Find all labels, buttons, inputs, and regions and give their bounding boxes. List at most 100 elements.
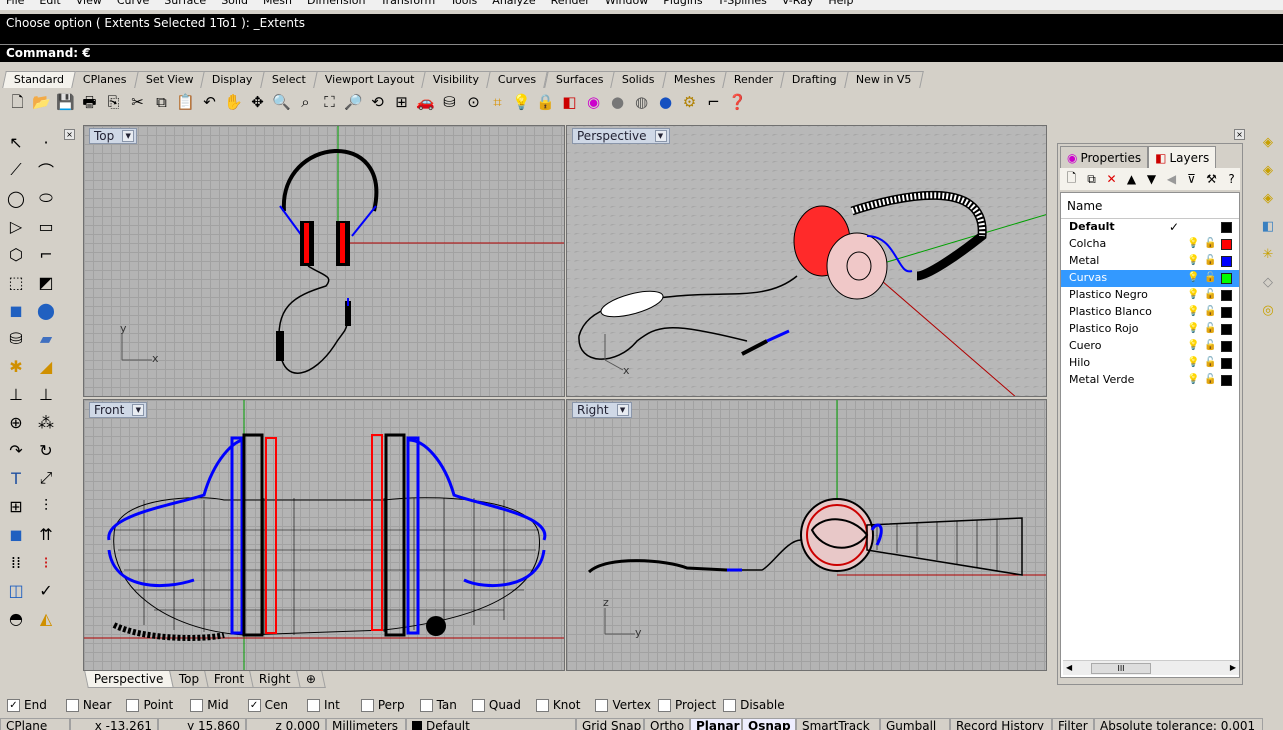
menu-render[interactable]: Render [545,0,599,10]
checkbox[interactable] [190,698,204,712]
osnap-int[interactable]: Int [300,698,340,712]
osnap-perp[interactable]: Perp [354,698,405,712]
layer-color-swatch[interactable] [1221,239,1232,250]
osnap-project[interactable]: Project [651,698,716,712]
zoom-extents-icon[interactable]: ⛶ [318,91,341,114]
gear-icon[interactable]: ⚙ [678,91,701,114]
save-icon[interactable]: 💾 [54,91,77,114]
control-points-icon[interactable]: ⁝ [32,548,60,576]
status-gumball[interactable]: Gumball [880,718,950,730]
layer-row-cuero[interactable]: Cuero 💡 🔓 [1061,338,1239,355]
join-icon[interactable]: ⊥ [32,380,60,408]
copy-icon[interactable]: ⧉ [150,91,173,114]
checkbox[interactable] [360,698,374,712]
column-name-header[interactable]: Name [1061,193,1239,219]
scroll-right-icon[interactable]: ▶ [1230,663,1236,672]
color-wheel-icon[interactable]: ◉ [582,91,605,114]
open-folder-icon[interactable]: 📂 [30,91,53,114]
unlock-icon[interactable]: 🔓 [1204,253,1216,269]
unlock-icon[interactable]: 🔓 [1204,372,1216,388]
status-ortho[interactable]: Ortho [644,718,690,730]
status-planar[interactable]: Planar [690,718,742,730]
unlock-icon[interactable]: 🔓 [1204,236,1216,252]
status-cplane[interactable]: CPlane [0,718,70,730]
menu-mesh[interactable]: Mesh [257,0,301,10]
unlock-icon[interactable]: 🔓 [1204,287,1216,303]
light-bulb-icon[interactable]: 💡 [1187,338,1199,354]
viewport-top[interactable]: y x Top ▼ [83,125,565,397]
zoom-window-icon[interactable]: ⌕ [294,91,317,114]
history-icon[interactable]: ⌐ [702,91,725,114]
unlock-icon[interactable]: 🔓 [1204,355,1216,371]
tab-cplanes[interactable]: CPlanes [71,71,139,88]
tab-visibility[interactable]: Visibility [421,71,492,88]
vray-icon[interactable]: ◎ [1258,299,1278,321]
delete-layer-icon[interactable]: ✕ [1103,172,1120,186]
trim-icon[interactable]: ◢ [32,352,60,380]
tools-icon[interactable]: ⚒ [1203,172,1220,186]
osnap-knot[interactable]: Knot [529,698,580,712]
rectangle-icon[interactable]: ▭ [32,212,60,240]
render-icon[interactable]: ◭ [32,604,60,632]
close-panel-icon[interactable]: × [1234,129,1245,140]
menu-edit[interactable]: Edit [33,0,69,10]
chevron-down-icon[interactable]: ▼ [654,130,667,142]
menu-tsplines[interactable]: T-Splines [712,0,776,10]
circle-icon[interactable]: ◯ [2,184,30,212]
import-icon[interactable]: ⎘ [102,91,125,114]
fillet-curve-icon[interactable]: ⌐ [32,240,60,268]
tab-render[interactable]: Render [722,71,786,88]
analyze-icon[interactable]: ◫ [2,576,30,604]
tab-set-view[interactable]: Set View [133,71,206,88]
layer-color-swatch[interactable] [1221,358,1232,369]
boolean-union-icon[interactable]: ⊕ [2,408,30,436]
menu-vray[interactable]: V-Ray [776,0,823,10]
box-edit-icon[interactable]: ◼ [2,520,30,548]
object-snap-icon[interactable]: ⊙ [462,91,485,114]
vtab-right[interactable]: Right [249,671,301,688]
viewport-right[interactable]: z y Right ▼ [566,399,1047,671]
rendered-sphere-icon[interactable]: ● [606,91,629,114]
new-sublayer-icon[interactable]: ⧉ [1083,172,1100,187]
zoom-icon[interactable]: 🔍 [270,91,293,114]
checkbox[interactable] [126,698,140,712]
arc-icon[interactable]: ▷ [2,212,30,240]
tab-drafting[interactable]: Drafting [780,71,850,88]
layer-color-swatch[interactable] [1221,375,1232,386]
layer-color-swatch[interactable] [1221,290,1232,301]
tab-curves[interactable]: Curves [486,71,549,88]
light-bulb-icon[interactable]: 💡 [1187,321,1199,337]
tab-select[interactable]: Select [260,71,318,88]
scroll-thumb[interactable]: III [1091,663,1151,674]
filter-icon[interactable]: ⊽ [1183,172,1200,186]
checkbox[interactable] [419,698,433,712]
scale-icon[interactable]: ⤢ [32,464,60,492]
diamond-icon[interactable]: ◇ [1258,271,1278,293]
menu-analyze[interactable]: Analyze [486,0,544,10]
tab-meshes[interactable]: Meshes [662,71,728,88]
group-icon[interactable]: ⁂ [32,408,60,436]
zoom-selected-icon[interactable]: 🔎 [342,91,365,114]
menu-solid[interactable]: Solid [215,0,257,10]
menu-help[interactable]: Help [822,0,862,10]
ghosted-sphere-icon[interactable]: ◍ [630,91,653,114]
surface-points-icon[interactable]: ⬚ [2,268,30,296]
tsplines-icon-1[interactable]: ◈ [1258,131,1278,153]
osnap-end[interactable]: ✓ End [0,698,47,712]
ellipse-icon[interactable]: ⬭ [32,184,60,212]
layer-color-swatch[interactable] [1221,222,1232,233]
add-viewport-tab[interactable]: ⊕ [295,671,326,688]
tab-solids[interactable]: Solids [610,71,667,88]
layer-row-plastico-blanco[interactable]: Plastico Blanco 💡 🔓 [1061,304,1239,321]
check-icon[interactable]: ✓ [32,576,60,604]
tab-viewport-layout[interactable]: Viewport Layout [312,71,427,88]
light-bulb-icon[interactable]: 💡 [1187,287,1199,303]
tab-standard[interactable]: Standard [2,71,76,88]
osnap-tan[interactable]: Tan [413,698,457,712]
rotate-camera-icon[interactable]: ⟲ [366,91,389,114]
checkbox[interactable] [595,698,609,712]
scroll-left-icon[interactable]: ◀ [1066,663,1072,672]
paste-icon[interactable]: 📋 [174,91,197,114]
pan-hand-icon[interactable]: ✋ [222,91,245,114]
layer-row-plastico-rojo[interactable]: Plastico Rojo 💡 🔓 [1061,321,1239,338]
